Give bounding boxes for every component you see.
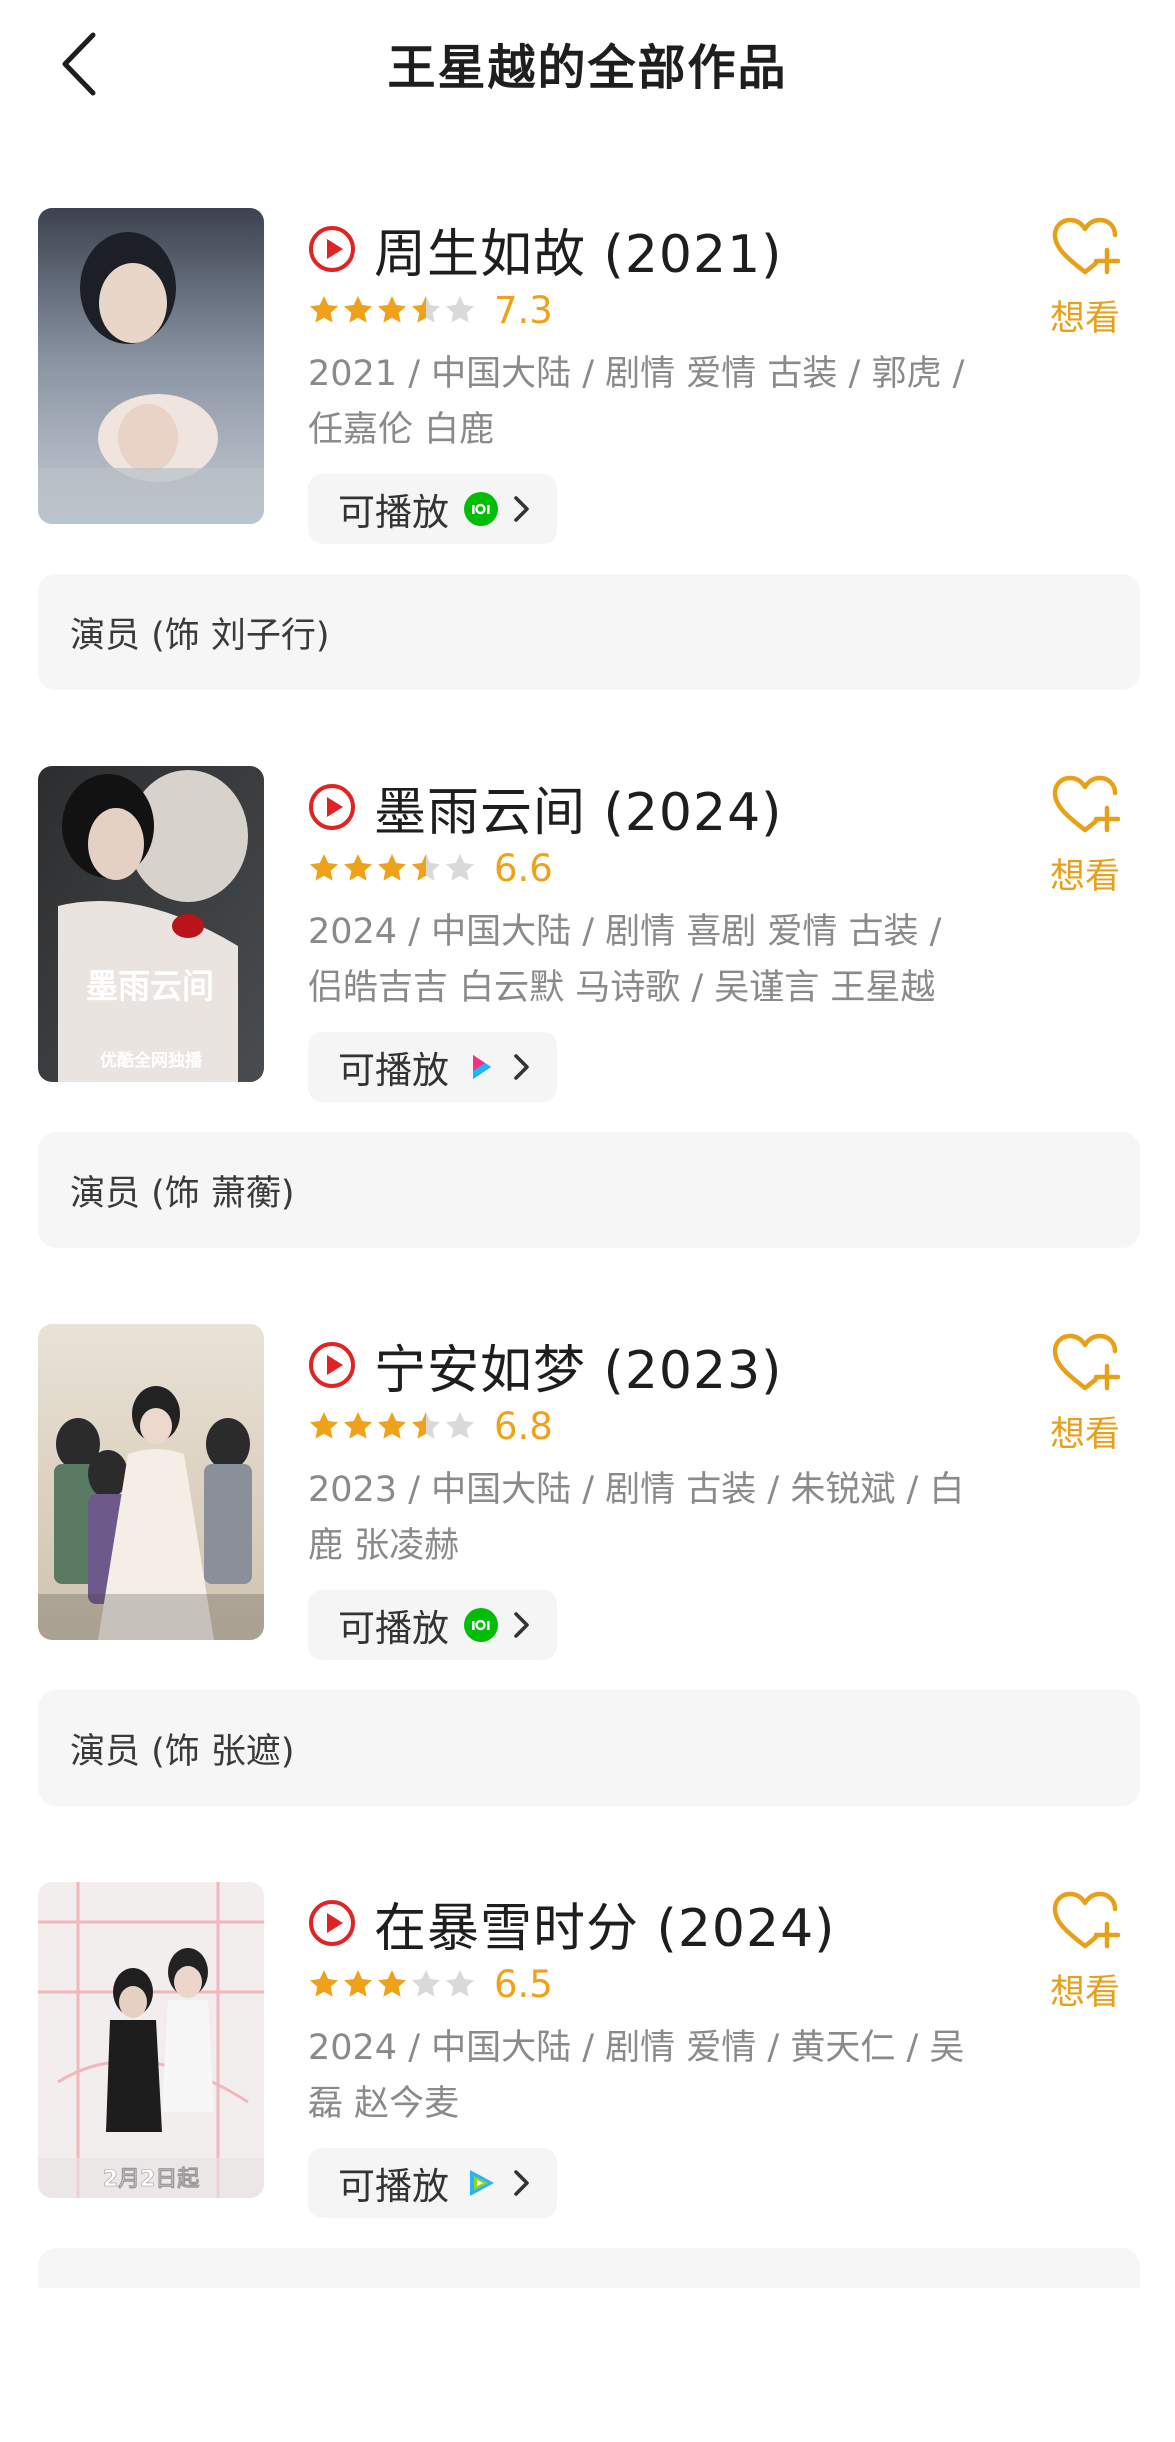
meta-info: 2023 / 中国大陆 / 剧情 古装 / 朱锐斌 / 白鹿 张凌赫: [308, 1470, 965, 1566]
poster-image[interactable]: [38, 208, 264, 524]
play-circle-icon: [309, 226, 355, 272]
play-circle-icon: [309, 784, 355, 830]
playable-button[interactable]: 可播放: [308, 1590, 557, 1660]
star-rating: [308, 852, 478, 884]
work-title: 在暴雪时分 (2024): [374, 1898, 836, 1959]
work-title: 宁安如梦 (2023): [374, 1340, 783, 1401]
role-box: 演员 (饰 刘子行): [38, 574, 1140, 690]
chevron-right-icon: [514, 496, 529, 522]
work-item[interactable]: 宁安如梦 (2023) 6.8 2023 / 中国大陆 / 剧情 古装 / 朱锐…: [0, 1324, 1175, 1884]
role-box: 演员 (饰 张遮): [38, 1690, 1140, 1806]
score: 6.6: [494, 846, 553, 890]
meta-info: 2021 / 中国大陆 / 剧情 爱情 古装 / 郭虎 / 任嘉伦 白鹿: [308, 354, 965, 450]
star-full-icon: [378, 1970, 406, 1997]
work-item[interactable]: 2月2日起 在暴雪时分 (2024) 6.5 2024 / 中国大陆 / 剧情 …: [0, 1882, 1175, 2442]
iqiyi-icon: [464, 492, 498, 526]
title-row[interactable]: 宁安如梦 (2023): [308, 1330, 783, 1401]
role-text: 演员 (饰 张遮): [70, 1731, 295, 1772]
star-full-icon: [344, 296, 372, 323]
star-empty-icon: [446, 1412, 474, 1439]
playable-button[interactable]: 可播放: [308, 474, 557, 544]
playable-label: 可播放: [338, 1049, 449, 1092]
star-full-icon: [310, 854, 338, 881]
star-rating: [308, 294, 478, 326]
poster-image[interactable]: 2月2日起: [38, 1882, 264, 2198]
star-full-icon: [378, 854, 406, 881]
score: 7.3: [494, 288, 553, 332]
star-full-icon: [344, 854, 372, 881]
poster-image[interactable]: [38, 1324, 264, 1640]
heart-plus-icon: [1052, 1333, 1121, 1391]
chevron-right-icon: [514, 1054, 529, 1080]
poster-text-1: 墨雨云间: [86, 967, 214, 1007]
star-full-icon: [378, 296, 406, 323]
work-item[interactable]: 墨雨云间 优酷全网独播 墨雨云间 (2024) 6.6 2024 / 中国大陆 …: [0, 766, 1175, 1326]
tencent-video-icon: [470, 2170, 494, 2196]
rating-row: 7.3: [308, 284, 553, 336]
star-empty-icon: [446, 296, 474, 323]
star-rating: [308, 1410, 478, 1442]
header: 王星越的全部作品: [0, 0, 1175, 130]
star-empty-icon: [412, 1970, 440, 1997]
role-text: 演员 (饰 萧蘅): [70, 1173, 295, 1214]
heart-plus-icon: [1052, 217, 1121, 275]
youku-icon: [473, 1055, 491, 1079]
want-label: 想看: [1049, 1973, 1120, 2013]
score: 6.8: [494, 1404, 553, 1448]
meta-info: 2024 / 中国大陆 / 剧情 爱情 / 黄天仁 / 吴磊 赵今麦: [308, 2028, 965, 2124]
want-to-watch-button[interactable]: 想看: [1040, 1330, 1130, 1480]
star-half-icon: [412, 854, 440, 881]
star-full-icon: [344, 1970, 372, 1997]
want-label: 想看: [1049, 857, 1120, 897]
playable-button[interactable]: 可播放: [308, 2148, 557, 2218]
role-box: 演员 (饰 萧蘅): [38, 1132, 1140, 1248]
star-full-icon: [310, 296, 338, 323]
playable-button[interactable]: 可播放: [308, 1032, 557, 1102]
star-rating: [308, 1968, 478, 2000]
rating-row: 6.6: [308, 842, 553, 894]
want-label: 想看: [1049, 299, 1120, 339]
chevron-right-icon: [514, 1612, 529, 1638]
star-full-icon: [310, 1970, 338, 1997]
want-to-watch-button[interactable]: 想看: [1040, 214, 1130, 364]
rating-row: 6.8: [308, 1400, 553, 1452]
star-empty-icon: [446, 1970, 474, 1997]
star-full-icon: [344, 1412, 372, 1439]
title-row[interactable]: 周生如故 (2021): [308, 214, 783, 285]
work-title: 周生如故 (2021): [374, 224, 783, 285]
heart-plus-icon: [1052, 775, 1121, 833]
score: 6.5: [494, 1962, 553, 2006]
star-full-icon: [310, 1412, 338, 1439]
role-box: [38, 2248, 1140, 2288]
rating-row: 6.5: [308, 1958, 553, 2010]
star-half-icon: [412, 296, 440, 323]
role-text: 演员 (饰 刘子行): [70, 615, 330, 656]
want-to-watch-button[interactable]: 想看: [1040, 772, 1130, 922]
playable-label: 可播放: [338, 1607, 449, 1650]
poster-caption: 2月2日起: [103, 2167, 201, 2192]
page-title: 王星越的全部作品: [387, 40, 788, 96]
star-half-icon: [412, 1412, 440, 1439]
work-title: 墨雨云间 (2024): [374, 782, 783, 843]
iqiyi-icon: [464, 1608, 498, 1642]
heart-plus-icon: [1052, 1891, 1121, 1949]
title-row[interactable]: 墨雨云间 (2024): [308, 772, 783, 843]
play-circle-icon: [309, 1342, 355, 1388]
meta-info: 2024 / 中国大陆 / 剧情 喜剧 爱情 古装 / 侣皓吉吉 白云默 马诗歌…: [308, 912, 942, 1008]
play-circle-icon: [309, 1900, 355, 1946]
playable-label: 可播放: [338, 2165, 449, 2208]
want-to-watch-button[interactable]: 想看: [1040, 1888, 1130, 2038]
star-full-icon: [378, 1412, 406, 1439]
work-item[interactable]: 周生如故 (2021) 7.3 2021 / 中国大陆 / 剧情 爱情 古装 /…: [0, 208, 1175, 768]
poster-caption: 优酷全网独播: [100, 1050, 203, 1071]
chevron-right-icon: [514, 2170, 529, 2196]
poster-image[interactable]: 墨雨云间 优酷全网独播: [38, 766, 264, 1082]
playable-label: 可播放: [338, 491, 449, 534]
want-label: 想看: [1049, 1415, 1120, 1455]
star-empty-icon: [446, 854, 474, 881]
title-row[interactable]: 在暴雪时分 (2024): [308, 1888, 836, 1959]
